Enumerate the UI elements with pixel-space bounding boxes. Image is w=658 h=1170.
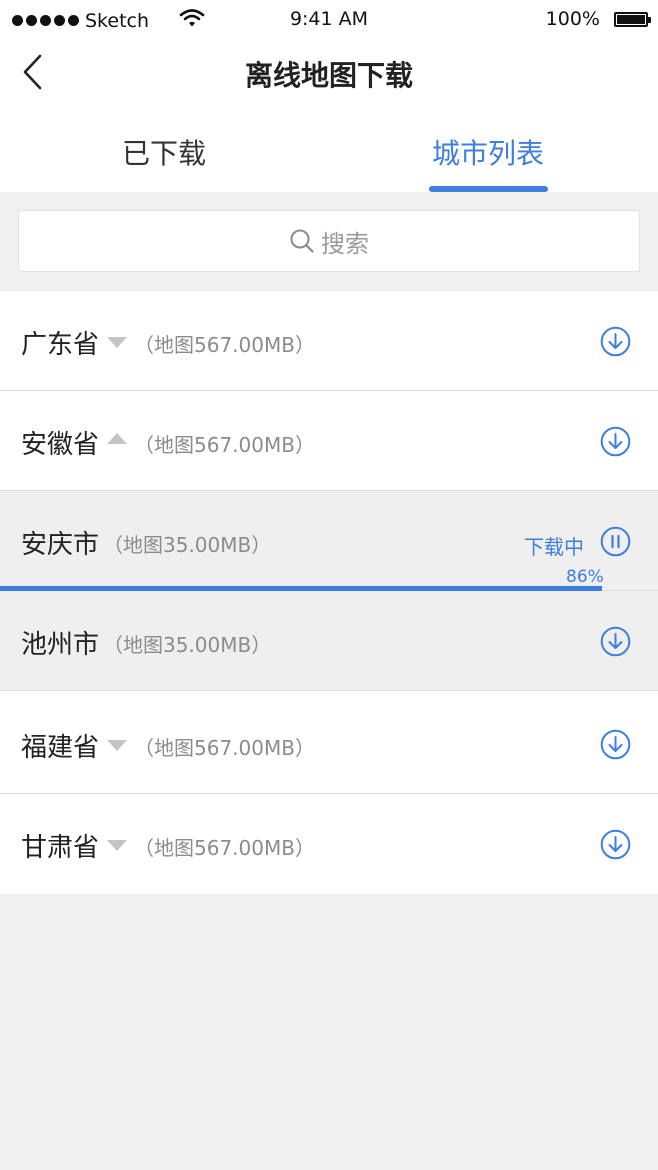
region-name: 福建省 [21, 733, 100, 763]
search-area: 搜索 [0, 192, 658, 290]
progress-percentage: 86% [566, 567, 604, 587]
region-name: 安庆市 [21, 530, 100, 560]
download-status: 下载中 [524, 535, 584, 559]
map-size: （地图567.00MB） [134, 333, 315, 357]
list-item[interactable]: 池州市 （地图35.00MB） [0, 591, 658, 691]
search-input[interactable]: 搜索 [18, 210, 640, 272]
tab-bar: 已下载 城市列表 [0, 104, 658, 192]
download-icon[interactable] [600, 326, 631, 357]
search-placeholder: 搜索 [321, 229, 369, 258]
nav-bar: 离线地图下载 [0, 40, 658, 104]
map-size: （地图567.00MB） [134, 736, 315, 760]
expand-down-icon[interactable] [107, 840, 127, 851]
region-name: 广东省 [21, 330, 100, 360]
tab-downloaded[interactable]: 已下载 [64, 132, 264, 172]
region-name: 池州市 [21, 630, 100, 660]
download-icon[interactable] [600, 426, 631, 457]
region-name: 甘肃省 [21, 833, 100, 863]
map-size: （地图567.00MB） [134, 836, 315, 860]
status-right: 100% [545, 8, 651, 30]
battery-icon [614, 11, 651, 27]
list-item[interactable]: 福建省 （地图567.00MB） [0, 691, 658, 794]
list-item[interactable]: 广东省 （地图567.00MB） [0, 291, 658, 391]
map-size: （地图35.00MB） [103, 533, 272, 557]
download-icon[interactable] [600, 626, 631, 657]
expand-down-icon[interactable] [107, 740, 127, 751]
map-size: （地图35.00MB） [103, 633, 272, 657]
tab-city-list[interactable]: 城市列表 [388, 132, 588, 172]
region-name: 安徽省 [21, 430, 100, 460]
download-icon[interactable] [600, 729, 631, 760]
page-title: 离线地图下载 [244, 59, 413, 92]
list-item[interactable]: 甘肃省 （地图567.00MB） [0, 794, 658, 894]
search-icon [290, 229, 314, 253]
status-bar: Sketch 9:41 AM 100% [0, 0, 658, 40]
list-item[interactable]: 安庆市 （地图35.00MB） 下载中 86% [0, 491, 658, 591]
battery-percentage: 100% [545, 8, 600, 30]
map-size: （地图567.00MB） [134, 433, 315, 457]
list-item[interactable]: 安徽省 （地图567.00MB） [0, 391, 658, 491]
pause-icon[interactable] [600, 526, 631, 557]
download-icon[interactable] [600, 829, 631, 860]
city-list: 广东省 （地图567.00MB） 安徽省 （地图567.00MB） 安庆市 （地… [0, 291, 658, 894]
collapse-up-icon[interactable] [107, 433, 127, 444]
expand-down-icon[interactable] [107, 337, 127, 348]
